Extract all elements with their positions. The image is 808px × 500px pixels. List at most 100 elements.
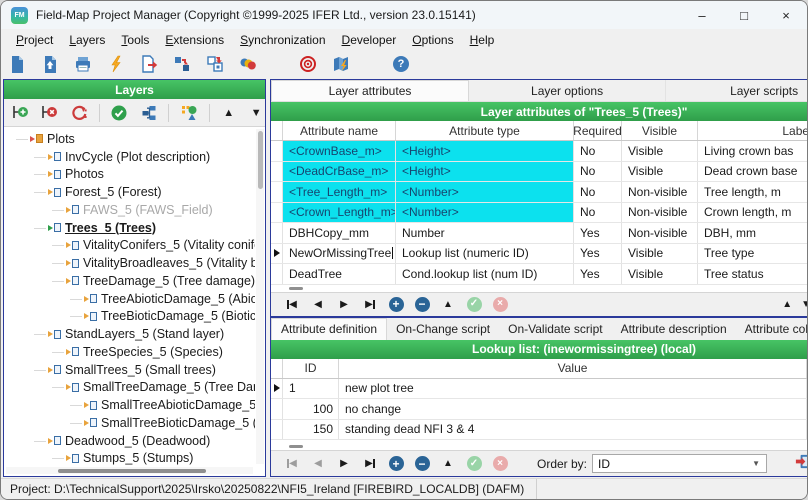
tree-vertical-scrollbar[interactable] (256, 129, 264, 464)
attributes-horizontal-scrollbar[interactable] (289, 287, 303, 290)
open-project-icon[interactable] (40, 54, 60, 74)
tree-item-smalltrees[interactable]: SmallTrees_5 (Small trees) (4, 361, 255, 379)
copy-structure-icon[interactable] (205, 54, 225, 74)
app-icon: FM (11, 7, 28, 24)
tree-item-standlayers[interactable]: StandLayers_5 (Stand layer) (4, 325, 255, 343)
insert-record-icon[interactable]: + (383, 456, 409, 471)
tree-item-trees-selected[interactable]: Trees_5 (Trees) (4, 219, 255, 237)
first-record-icon[interactable]: ◀ (279, 299, 305, 310)
post-edit-icon[interactable]: ✓ (461, 456, 487, 471)
lookup-horizontal-scrollbar[interactable] (289, 445, 303, 448)
tab-attribute-definition[interactable]: Attribute definition (271, 318, 387, 340)
tree-item-forest[interactable]: Forest_5 (Forest) (4, 183, 255, 201)
insert-record-icon[interactable]: + (383, 297, 409, 312)
delete-record-icon[interactable]: − (409, 456, 435, 471)
tree-item-faws[interactable]: FAWS_5 (FAWS_Field) (4, 201, 255, 219)
tree-item-treebioticdamage[interactable]: TreeBioticDamage_5 (Biotic da (4, 308, 255, 326)
menu-developer[interactable]: Developer (335, 31, 404, 49)
synchronize-structure-icon[interactable] (172, 54, 192, 74)
layers-panel-header: Layers (4, 80, 265, 99)
move-layer-down-icon[interactable]: ▼ (247, 107, 265, 119)
menu-tools[interactable]: Tools (114, 31, 156, 49)
post-edit-icon[interactable]: ✓ (461, 297, 487, 312)
layer-icon (84, 418, 97, 427)
export-project-icon[interactable] (139, 54, 159, 74)
attribute-row[interactable]: <CrownBase_m><Height>NoVisibleLiving cro… (271, 141, 808, 162)
tree-item-vitalitybroadleaves[interactable]: VitalityBroadleaves_5 (Vitality bro (4, 254, 255, 272)
menu-help[interactable]: Help (463, 31, 502, 49)
tree-item-plots[interactable]: Plots (4, 130, 255, 148)
menu-layers[interactable]: Layers (62, 31, 112, 49)
delete-layer-icon[interactable] (40, 103, 60, 123)
colors-icon[interactable] (238, 54, 258, 74)
layer-icon (48, 188, 61, 197)
layer-structure-icon[interactable] (139, 103, 159, 123)
reload-layers-icon[interactable] (69, 103, 89, 123)
minimize-button[interactable]: – (681, 1, 723, 29)
layer-icon (84, 312, 97, 321)
move-layer-up-icon[interactable]: ▲ (220, 107, 238, 119)
tab-attribute-description[interactable]: Attribute description (612, 318, 736, 340)
tree-item-smalltreedamage[interactable]: SmallTreeDamage_5 (Tree Damage (4, 379, 255, 397)
tree-item-smalltreeabioticdamage[interactable]: SmallTreeAbioticDamage_5 (A (4, 396, 255, 414)
import-lookup-icon[interactable] (794, 453, 808, 475)
lookup-row[interactable]: 100 no change Yes 1 (271, 399, 808, 420)
next-record-icon[interactable]: ▶ (331, 299, 357, 310)
next-record-icon[interactable]: ▶ (331, 458, 357, 469)
move-attribute-up-icon[interactable]: ▲ (782, 299, 792, 310)
attribute-row[interactable]: DBHCopy_mmNumberYesNon-visibleDBH, mm (271, 223, 808, 244)
tree-item-deadwood[interactable]: Deadwood_5 (Deadwood) (4, 432, 255, 450)
last-record-icon[interactable]: ▶ (357, 458, 383, 469)
delete-record-icon[interactable]: − (409, 297, 435, 312)
tab-layer-attributes[interactable]: Layer attributes (271, 80, 469, 101)
edit-record-icon[interactable]: ▲ (435, 458, 461, 469)
new-project-icon[interactable] (7, 54, 27, 74)
tree-item-treedamage[interactable]: TreeDamage_5 (Tree damage) (4, 272, 255, 290)
attribute-row[interactable]: <Tree_Length_m><Number>NoNon-visibleTree… (271, 182, 808, 203)
tab-attribute-color[interactable]: Attribute color (736, 318, 808, 340)
menu-extensions[interactable]: Extensions (158, 31, 231, 49)
print-icon[interactable] (73, 54, 93, 74)
attribute-row[interactable]: <Crown_Length_m><Number>NoNon-visibleCro… (271, 203, 808, 224)
layer-icon (30, 134, 43, 143)
tab-on-validate-script[interactable]: On-Validate script (499, 318, 611, 340)
prev-record-icon[interactable]: ◀ (305, 458, 331, 469)
attribute-row[interactable]: DeadTreeCond.lookup list (num ID)YesVisi… (271, 264, 808, 285)
validate-layers-icon[interactable] (109, 103, 129, 123)
run-icon[interactable] (106, 54, 126, 74)
tree-item-vitalityconifers[interactable]: VitalityConifers_5 (Vitality conifers (4, 237, 255, 255)
layer-symbols-icon[interactable] (179, 103, 199, 123)
menu-project[interactable]: Project (9, 31, 60, 49)
map-tools-icon[interactable] (331, 54, 351, 74)
lookup-row[interactable]: 150 standing dead NFI 3 & 4 Yes (271, 420, 808, 441)
lookup-row-current[interactable]: 1 new plot tree Yes 9 (271, 379, 808, 400)
current-row-marker (274, 249, 280, 257)
menu-synchronization[interactable]: Synchronization (233, 31, 332, 49)
tree-item-treeabioticdamage[interactable]: TreeAbioticDamage_5 (Abiotic (4, 290, 255, 308)
tab-on-change-script[interactable]: On-Change script (387, 318, 499, 340)
edit-record-icon[interactable]: ▲ (435, 299, 461, 310)
maximize-button[interactable]: □ (723, 1, 765, 29)
menu-options[interactable]: Options (405, 31, 460, 49)
attribute-row-current[interactable]: NewOrMissingTreeLookup list (numeric ID)… (271, 244, 808, 265)
tree-horizontal-scrollbar[interactable] (6, 467, 253, 474)
attribute-row[interactable]: <DeadCrBase_m><Height>NoVisibleDead crow… (271, 162, 808, 183)
add-layer-icon[interactable] (10, 103, 30, 123)
cancel-edit-icon[interactable]: × (487, 297, 513, 312)
close-button[interactable]: × (765, 1, 807, 29)
first-record-icon[interactable]: ◀ (279, 458, 305, 469)
cancel-edit-icon[interactable]: × (487, 456, 513, 471)
tree-item-invcycle[interactable]: InvCycle (Plot description) (4, 148, 255, 166)
order-by-select[interactable]: ID ▼ (592, 454, 767, 473)
help-icon[interactable]: ? (391, 54, 411, 74)
tree-item-treespecies[interactable]: TreeSpecies_5 (Species) (4, 343, 255, 361)
tab-layer-scripts[interactable]: Layer scripts (666, 80, 808, 101)
prev-record-icon[interactable]: ◀ (305, 299, 331, 310)
target-icon[interactable] (298, 54, 318, 74)
tree-item-photos[interactable]: Photos (4, 166, 255, 184)
move-attribute-down-icon[interactable]: ▼ (801, 299, 808, 310)
tree-item-smalltreebioticdamage[interactable]: SmallTreeBioticDamage_5 (Bio (4, 414, 255, 432)
tree-item-stumps[interactable]: Stumps_5 (Stumps) (4, 450, 255, 468)
last-record-icon[interactable]: ▶ (357, 299, 383, 310)
tab-layer-options[interactable]: Layer options (469, 80, 666, 101)
